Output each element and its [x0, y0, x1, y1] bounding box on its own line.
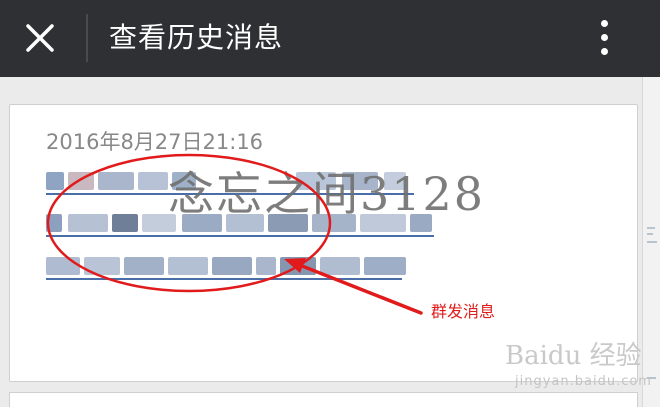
baidu-url: jingyan.baidu.com	[515, 374, 652, 389]
highlight-ellipse	[46, 153, 332, 293]
annotation-arrow	[290, 260, 423, 315]
annotation-label: 群发消息	[431, 302, 496, 321]
baidu-logo: Baidu 经验	[505, 341, 642, 371]
